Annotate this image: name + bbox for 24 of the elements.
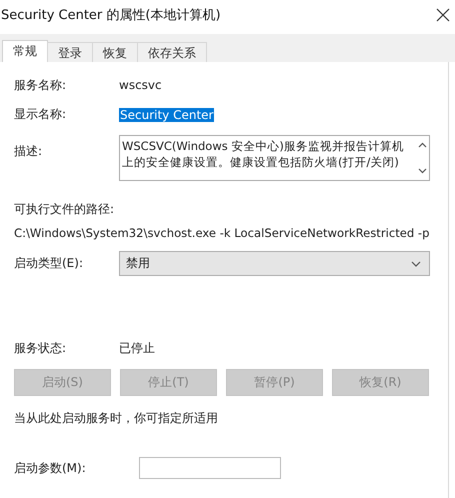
hint-text: 当从此处启动服务时，你可指定所适用 [14, 410, 219, 427]
field-label: 可执行文件的路径: [14, 201, 116, 218]
field-label: 描述: [14, 143, 44, 160]
tab[interactable]: 依存关系 [137, 42, 207, 62]
field-label: 服务名称: [14, 76, 68, 94]
service-name-value: wscsvc [119, 78, 162, 92]
field-label: 启动参数(M): [14, 460, 87, 476]
field-label: 服务状态: [14, 340, 68, 357]
tab[interactable]: 常规 [2, 40, 48, 62]
window-title: Security Center 的属性(本地计算机) [1, 7, 221, 24]
display-name-field[interactable]: Security Center [119, 108, 214, 122]
field-label: 启动类型(E): [14, 255, 84, 272]
tab[interactable]: 登录 [47, 42, 93, 62]
description-field[interactable]: WSCSVC(Windows 安全中心)服务监视并报告计算机 上的安全健康设置。健康设置包括防火墙(打开/关闭) [119, 135, 430, 181]
executable-path: C:\Windows\System32\svchost.exe -k LocalServiceNetworkRestricted -p [14, 226, 430, 240]
startup-type-dropdown[interactable]: 禁用 [119, 251, 430, 276]
scroll-down-icon[interactable] [418, 168, 426, 174]
service-status-value: 已停止 [119, 340, 155, 357]
chevron-down-icon [411, 260, 421, 266]
tab[interactable]: 恢复 [92, 42, 138, 62]
field-label: 显示名称: [14, 106, 68, 123]
scroll-up-icon[interactable] [418, 142, 426, 148]
close-icon[interactable] [436, 8, 450, 22]
start-parameters-field[interactable] [139, 457, 281, 479]
